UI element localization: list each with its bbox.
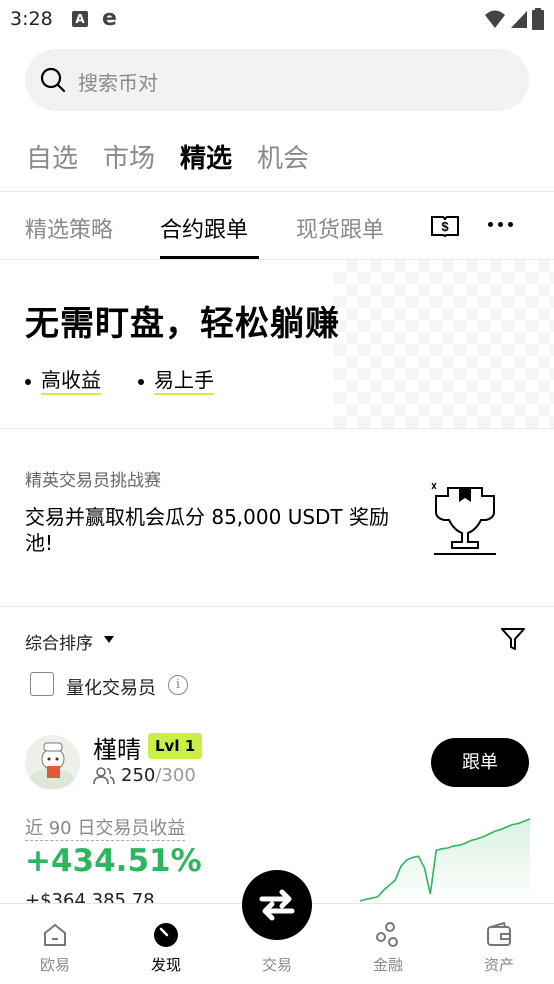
trophy-icon: [431, 482, 496, 555]
trader-name: 槿晴: [93, 736, 141, 764]
divider: [0, 606, 554, 607]
nav-label: 资产: [483, 956, 514, 974]
search-placeholder: 搜索币对: [78, 71, 158, 95]
divider: [0, 428, 554, 429]
browser-notification-icon: e: [102, 6, 117, 31]
svg-text:$: $: [441, 219, 449, 234]
battery-icon: [532, 8, 544, 30]
discover-icon: [154, 923, 178, 947]
filter-icon[interactable]: [500, 626, 526, 652]
quant-trader-checkbox[interactable]: [30, 672, 54, 696]
tab-featured-strategies[interactable]: 精选策略: [25, 212, 113, 244]
status-time: 3:28: [10, 8, 53, 30]
hero-pattern: [334, 260, 554, 428]
guide-book-icon[interactable]: $: [430, 214, 460, 238]
notification-a-icon: A: [72, 11, 88, 27]
caret-down-icon: [104, 636, 114, 643]
status-bar: 3:28 A e: [0, 0, 554, 38]
nav-item-okx[interactable]: 欧易: [0, 904, 110, 984]
promo-subtitle: 精英交易员挑战赛: [25, 471, 161, 491]
followers-count: 250/300: [121, 765, 196, 786]
hero-tag-label: 高收益: [41, 368, 101, 395]
pnl-percent: +434.51%: [25, 843, 202, 879]
trade-button[interactable]: [242, 870, 312, 940]
pnl-sparkline: [360, 818, 530, 905]
status-indicators: [484, 8, 544, 30]
nav-item-finance[interactable]: 金融: [333, 904, 443, 984]
nav-label: 欧易: [39, 956, 70, 974]
hero-tag: 高收益: [25, 364, 101, 395]
signal-icon: [511, 11, 527, 28]
finance-icon: [376, 922, 398, 947]
nav-label: 交易: [261, 956, 292, 974]
tab-watchlist[interactable]: 自选: [26, 138, 78, 175]
level-badge: Lvl 1: [148, 733, 203, 759]
nav-label: 发现: [150, 956, 181, 974]
hero-tag-label: 易上手: [154, 368, 214, 395]
tab-spot-copy[interactable]: 现货跟单: [296, 212, 384, 244]
top-tabs: 自选 市场 精选 机会: [26, 138, 309, 175]
tab-market[interactable]: 市场: [103, 138, 155, 175]
info-icon[interactable]: i: [168, 675, 188, 695]
sparkline-area: [360, 819, 530, 905]
avatar: [25, 735, 80, 790]
tab-futures-copy[interactable]: 合约跟单: [160, 212, 248, 244]
quant-trader-label: 量化交易员: [66, 678, 156, 699]
tab-featured[interactable]: 精选: [180, 138, 232, 175]
nav-item-assets[interactable]: 资产: [444, 904, 554, 984]
nav-label: 金融: [372, 956, 403, 974]
hero-tag: 易上手: [138, 364, 214, 395]
sub-tabs: 精选策略 合约跟单 现货跟单: [0, 192, 554, 260]
hero-banner: 无需盯盘，轻松躺赚 高收益 易上手: [0, 260, 554, 428]
hero-title: 无需盯盘，轻松躺赚: [25, 304, 340, 344]
home-icon: [44, 923, 66, 946]
wifi-icon: [485, 10, 505, 28]
sort-label: 综合排序: [25, 634, 93, 654]
followers-icon: [93, 767, 115, 785]
swap-icon: [259, 889, 295, 921]
search-input[interactable]: 搜索币对: [25, 49, 529, 111]
tab-opportunities[interactable]: 机会: [257, 138, 309, 175]
nav-item-discover[interactable]: 发现: [111, 904, 221, 984]
more-icon[interactable]: [488, 222, 513, 227]
pnl-label: 近 90 日交易员收益: [25, 814, 186, 841]
search-icon: [40, 67, 66, 93]
promo-text: 交易并赢取机会瓜分 85,000 USDT 奖励池!: [25, 505, 390, 555]
wallet-icon: [487, 922, 511, 946]
copy-trade-button[interactable]: 跟单: [431, 738, 529, 787]
